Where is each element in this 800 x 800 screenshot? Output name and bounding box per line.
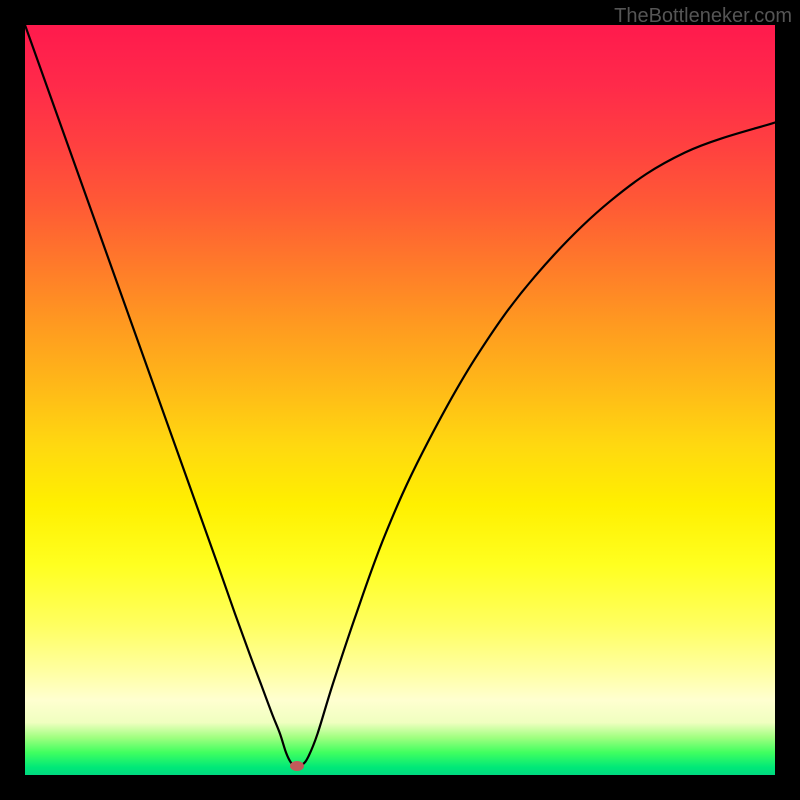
- outer-frame: TheBottleneker.com: [0, 0, 800, 800]
- chart-curve-svg: [25, 25, 775, 775]
- watermark-text: TheBottleneker.com: [614, 5, 792, 28]
- minimum-marker: [290, 761, 304, 771]
- bottleneck-curve: [25, 25, 775, 766]
